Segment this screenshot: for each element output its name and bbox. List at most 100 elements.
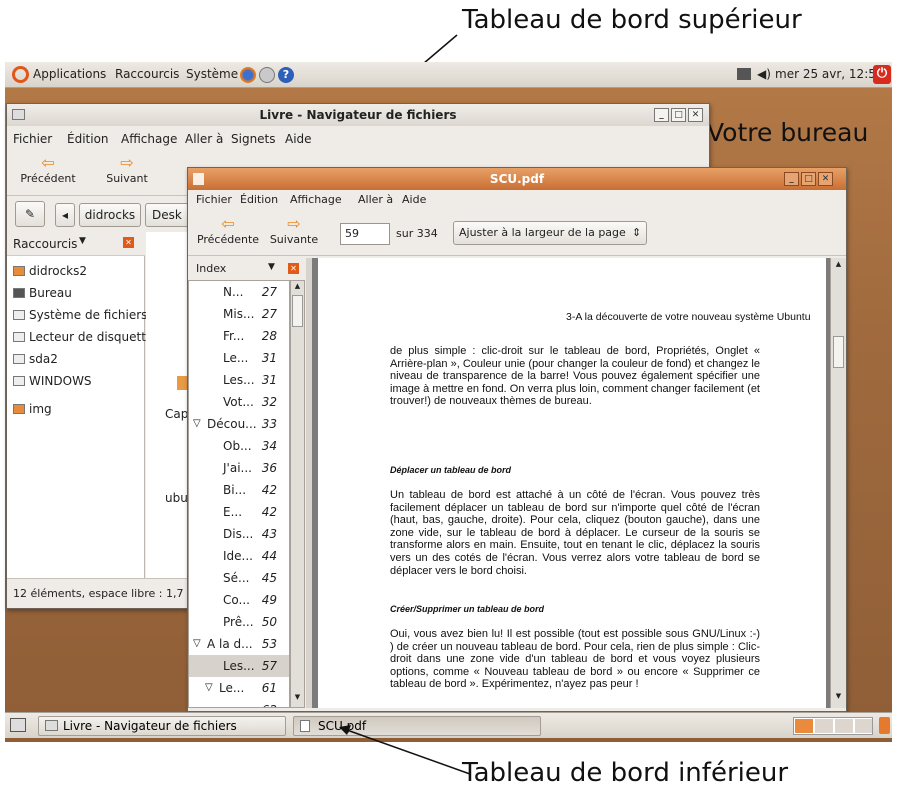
- menu-fichier[interactable]: Fichier: [196, 193, 232, 206]
- workspace-3[interactable]: [835, 719, 853, 733]
- scroll-down-arrow[interactable]: ▼: [833, 692, 844, 703]
- page-number-input[interactable]: 59: [340, 223, 390, 245]
- expander-icon[interactable]: ▽: [193, 413, 201, 435]
- top-panel[interactable]: Applications Raccourcis Système ? ◀) mer…: [5, 62, 892, 88]
- index-item[interactable]: Bi... 42: [189, 479, 289, 501]
- paragraph-1: de plus simple : clic-droit sur le table…: [390, 345, 760, 408]
- index-item[interactable]: N... 27: [189, 281, 289, 303]
- pdf-titlebar[interactable]: SCU.pdf _ □ ✕: [188, 168, 846, 190]
- index-item[interactable]: E... 42: [189, 501, 289, 523]
- shutdown-icon[interactable]: ⏻: [873, 65, 891, 84]
- index-item[interactable]: Le... 31: [189, 347, 289, 369]
- menu-applications[interactable]: Applications: [33, 67, 106, 81]
- sidebar-close-icon[interactable]: ✕: [123, 237, 134, 248]
- index-item-page: 36: [261, 461, 277, 475]
- index-close-icon[interactable]: ✕: [288, 263, 299, 274]
- sidebar-item-floppy[interactable]: Lecteur de disquett: [13, 330, 146, 344]
- sidebar-header[interactable]: Raccourcis ▼ ✕: [7, 232, 145, 256]
- expander-icon[interactable]: ▽: [205, 677, 213, 699]
- menu-signets[interactable]: Signets: [231, 132, 276, 146]
- workspace-1[interactable]: [795, 719, 813, 733]
- toggle-location-button[interactable]: ✎: [15, 201, 45, 227]
- file-manager-titlebar[interactable]: Livre - Navigateur de fichiers _ □ ✕: [7, 104, 709, 126]
- index-item[interactable]: Mis... 27: [189, 303, 289, 325]
- sidebar-item-windows[interactable]: WINDOWS: [13, 374, 92, 388]
- close-button[interactable]: ✕: [688, 108, 703, 122]
- menu-aller-a[interactable]: Aller à: [185, 132, 223, 146]
- document-view[interactable]: 3-A la découverte de votre nouveau systè…: [312, 258, 846, 708]
- mail-icon[interactable]: [259, 67, 275, 83]
- scroll-up-arrow[interactable]: ▲: [833, 260, 844, 271]
- workspace-4[interactable]: [855, 719, 872, 733]
- menu-edition[interactable]: Édition: [67, 132, 109, 146]
- close-button[interactable]: ✕: [818, 172, 833, 186]
- taskbar-item-file-manager[interactable]: Livre - Navigateur de fichiers: [38, 716, 286, 736]
- document-page: 3-A la découverte de votre nouveau systè…: [318, 258, 826, 708]
- menu-fichier[interactable]: Fichier: [13, 132, 52, 146]
- sidebar-item-bureau[interactable]: Bureau: [13, 286, 72, 300]
- menu-aide[interactable]: Aide: [285, 132, 312, 146]
- index-item[interactable]: ▽ Décou... 33: [189, 413, 289, 435]
- trash-icon[interactable]: [879, 717, 890, 734]
- expander-icon[interactable]: ▽: [193, 633, 201, 655]
- menu-edition[interactable]: Édition: [240, 193, 278, 206]
- index-item[interactable]: Les... 57: [189, 655, 289, 677]
- document-scrollbar[interactable]: ▲ ▼: [830, 258, 846, 708]
- index-item[interactable]: Co... 49: [189, 589, 289, 611]
- sidebar-item-didrocks2[interactable]: didrocks2: [13, 264, 87, 278]
- firefox-icon[interactable]: [240, 67, 256, 83]
- index-scrollbar[interactable]: ▲ ▼: [290, 280, 305, 708]
- index-item[interactable]: J'ai... 36: [189, 457, 289, 479]
- index-header[interactable]: Index ▼ ✕: [188, 258, 306, 280]
- index-item-label: Ob...: [223, 439, 252, 453]
- scroll-thumb[interactable]: [292, 295, 303, 327]
- menu-affichage[interactable]: Affichage: [290, 193, 342, 206]
- workspace-switcher[interactable]: [793, 717, 873, 735]
- scroll-up-arrow[interactable]: ▲: [292, 282, 303, 293]
- maximize-button[interactable]: □: [801, 172, 816, 186]
- index-list[interactable]: N... 27 Mis... 27 Fr... 28 Le... 31 Les... 31 Vot.…: [188, 280, 290, 708]
- minimize-button[interactable]: _: [784, 172, 799, 186]
- pdf-viewer-window[interactable]: SCU.pdf _ □ ✕ Fichier Édition Affichage …: [187, 167, 847, 712]
- path-button-desktop[interactable]: Desk: [145, 203, 190, 227]
- scroll-down-arrow[interactable]: ▼: [292, 693, 303, 704]
- index-item[interactable]: Ob... 34: [189, 435, 289, 457]
- help-icon[interactable]: ?: [278, 67, 294, 83]
- path-button-didrocks[interactable]: didrocks: [79, 203, 141, 227]
- scroll-thumb[interactable]: [833, 336, 844, 368]
- annotation-arrow-bottom: [339, 725, 471, 775]
- maximize-button[interactable]: □: [671, 108, 686, 122]
- index-item[interactable]: ▽ Le... 61: [189, 677, 289, 699]
- menu-systeme[interactable]: Système: [186, 67, 238, 81]
- file-item-ubu[interactable]: ubu: [165, 491, 188, 505]
- index-item[interactable]: Ide... 44: [189, 545, 289, 567]
- volume-icon[interactable]: ◀): [757, 67, 771, 81]
- prev-page-button[interactable]: ⇦ Précédente: [192, 215, 264, 255]
- path-prev-button[interactable]: ◂: [55, 203, 75, 227]
- show-desktop-icon[interactable]: [10, 718, 26, 732]
- back-button[interactable]: ⇦ Précédent: [13, 154, 83, 192]
- menu-aller-a[interactable]: Aller à: [358, 193, 393, 206]
- index-item[interactable]: Les... 31: [189, 369, 289, 391]
- index-item[interactable]: ▽ A la d... 53: [189, 633, 289, 655]
- index-item[interactable]: ... 62: [189, 699, 289, 707]
- forward-button[interactable]: ⇨ Suivant: [97, 154, 157, 192]
- index-item[interactable]: Prê... 50: [189, 611, 289, 633]
- network-icon[interactable]: [737, 68, 751, 80]
- menu-aide[interactable]: Aide: [402, 193, 426, 206]
- sidebar-item-sda2[interactable]: sda2: [13, 352, 58, 366]
- menu-raccourcis[interactable]: Raccourcis: [115, 67, 179, 81]
- workspace-2[interactable]: [815, 719, 833, 733]
- clock[interactable]: mer 25 avr, 12:53: [775, 67, 884, 81]
- zoom-select[interactable]: Ajuster à la largeur de la page ⇕: [453, 221, 647, 245]
- sidebar-item-img[interactable]: img: [13, 402, 52, 416]
- file-item-cap[interactable]: Cap: [165, 407, 188, 421]
- minimize-button[interactable]: _: [654, 108, 669, 122]
- menu-affichage[interactable]: Affichage: [121, 132, 177, 146]
- index-item[interactable]: Vot... 32: [189, 391, 289, 413]
- next-page-button[interactable]: ⇨ Suivante: [264, 215, 324, 255]
- index-item[interactable]: Sé... 45: [189, 567, 289, 589]
- index-item[interactable]: Fr... 28: [189, 325, 289, 347]
- sidebar-item-filesystem[interactable]: Système de fichiers: [13, 308, 147, 322]
- index-item[interactable]: Dis... 43: [189, 523, 289, 545]
